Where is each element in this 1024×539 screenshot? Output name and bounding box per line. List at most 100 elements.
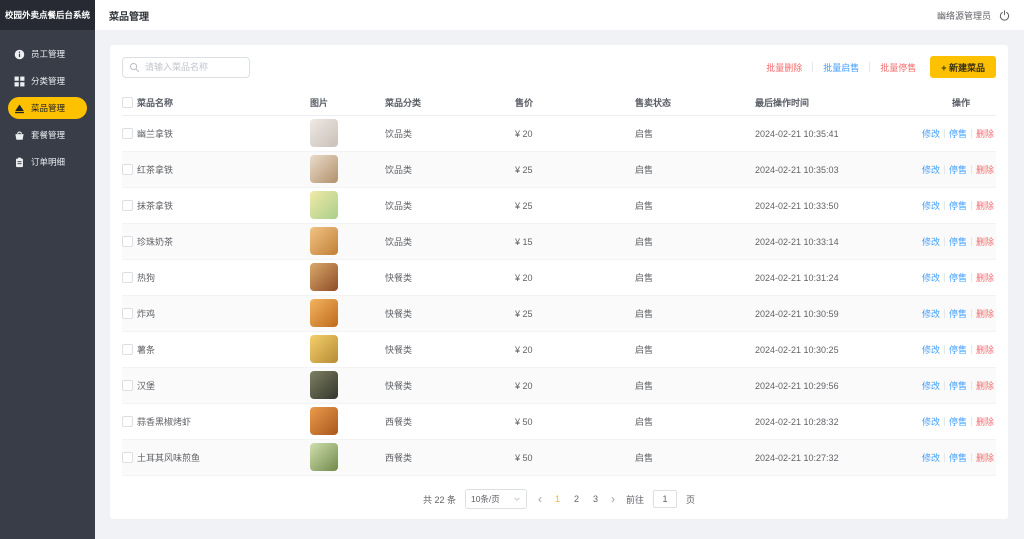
page-number-1[interactable]: 1 xyxy=(555,494,560,504)
delete-link[interactable]: 删除 xyxy=(976,199,994,212)
goto-page-input[interactable] xyxy=(653,490,677,508)
app-title: 校园外卖点餐后台系统 xyxy=(0,0,95,30)
dish-image[interactable] xyxy=(310,407,338,435)
divider xyxy=(971,201,972,210)
divider xyxy=(971,165,972,174)
stop-sale-link[interactable]: 停售 xyxy=(949,127,967,140)
search-icon xyxy=(129,62,140,73)
dish-image[interactable] xyxy=(310,155,338,183)
edit-link[interactable]: 修改 xyxy=(922,163,940,176)
sidebar-item-4[interactable]: 套餐管理 xyxy=(8,124,87,146)
edit-link[interactable]: 修改 xyxy=(922,127,940,140)
row-checkbox[interactable] xyxy=(122,416,133,427)
dish-image[interactable] xyxy=(310,299,338,327)
edit-link[interactable]: 修改 xyxy=(922,235,940,248)
dish-name: 抹茶拿铁 xyxy=(136,199,306,212)
dish-status: 启售 xyxy=(635,379,755,392)
row-checkbox[interactable] xyxy=(122,200,133,211)
batch-disable-button[interactable]: 批量停售 xyxy=(880,61,916,74)
batch-delete-button[interactable]: 批量删除 xyxy=(766,61,802,74)
grid-icon xyxy=(14,76,25,87)
stop-sale-link[interactable]: 停售 xyxy=(949,343,967,356)
dish-price: ¥ 20 xyxy=(515,345,635,355)
dish-category: 饮品类 xyxy=(385,163,515,176)
row-checkbox[interactable] xyxy=(122,308,133,319)
edit-link[interactable]: 修改 xyxy=(922,199,940,212)
row-checkbox[interactable] xyxy=(122,452,133,463)
dish-image[interactable] xyxy=(310,263,338,291)
stop-sale-link[interactable]: 停售 xyxy=(949,415,967,428)
divider xyxy=(944,417,945,426)
stop-sale-link[interactable]: 停售 xyxy=(949,307,967,320)
delete-link[interactable]: 删除 xyxy=(976,307,994,320)
dish-time: 2024-02-21 10:29:56 xyxy=(755,381,890,391)
stop-sale-link[interactable]: 停售 xyxy=(949,163,967,176)
delete-link[interactable]: 删除 xyxy=(976,235,994,248)
dish-name: 红茶拿铁 xyxy=(136,163,306,176)
dish-image[interactable] xyxy=(310,371,338,399)
sidebar-item-5[interactable]: 订单明细 xyxy=(8,151,87,173)
row-checkbox[interactable] xyxy=(122,380,133,391)
dish-image[interactable] xyxy=(310,191,338,219)
sidebar-item-2[interactable]: 分类管理 xyxy=(8,70,87,92)
delete-link[interactable]: 删除 xyxy=(976,415,994,428)
dish-price: ¥ 25 xyxy=(515,309,635,319)
dish-image[interactable] xyxy=(310,443,338,471)
row-checkbox[interactable] xyxy=(122,236,133,247)
dish-name: 热狗 xyxy=(136,271,306,284)
delete-link[interactable]: 删除 xyxy=(976,379,994,392)
page-number-2[interactable]: 2 xyxy=(574,494,579,504)
row-checkbox[interactable] xyxy=(122,128,133,139)
edit-link[interactable]: 修改 xyxy=(922,379,940,392)
next-page-button[interactable]: › xyxy=(609,493,617,505)
batch-enable-button[interactable]: 批量启售 xyxy=(823,61,859,74)
table-row: 珍珠奶茶饮品类¥ 15启售2024-02-21 10:33:14修改停售删除 xyxy=(122,224,996,260)
divider xyxy=(944,345,945,354)
table-row: 汉堡快餐类¥ 20启售2024-02-21 10:29:56修改停售删除 xyxy=(122,368,996,404)
table-row: 热狗快餐类¥ 20启售2024-02-21 10:31:24修改停售删除 xyxy=(122,260,996,296)
topbar: 菜品管理 幽络源管理员 xyxy=(95,0,1024,30)
clipboard-icon xyxy=(14,157,25,168)
dish-name: 珍珠奶茶 xyxy=(136,235,306,248)
sidebar-item-3[interactable]: 菜品管理 xyxy=(8,97,87,119)
delete-link[interactable]: 删除 xyxy=(976,127,994,140)
delete-link[interactable]: 删除 xyxy=(976,163,994,176)
delete-link[interactable]: 删除 xyxy=(976,451,994,464)
goto-label: 前往 xyxy=(626,493,644,506)
edit-link[interactable]: 修改 xyxy=(922,451,940,464)
table-row: 炸鸡快餐类¥ 25启售2024-02-21 10:30:59修改停售删除 xyxy=(122,296,996,332)
page-size-select[interactable]: 10条/页 xyxy=(465,489,527,509)
power-icon[interactable] xyxy=(999,10,1010,21)
select-all-checkbox[interactable] xyxy=(122,97,133,108)
prev-page-button[interactable]: ‹ xyxy=(536,493,544,505)
create-dish-button[interactable]: + 新建菜品 xyxy=(930,56,996,78)
col-price: 售价 xyxy=(515,96,635,109)
divider xyxy=(971,309,972,318)
user-name[interactable]: 幽络源管理员 xyxy=(937,9,991,22)
row-checkbox[interactable] xyxy=(122,272,133,283)
dish-image[interactable] xyxy=(310,227,338,255)
row-checkbox[interactable] xyxy=(122,164,133,175)
dish-image[interactable] xyxy=(310,119,338,147)
dish-image[interactable] xyxy=(310,335,338,363)
stop-sale-link[interactable]: 停售 xyxy=(949,271,967,284)
delete-link[interactable]: 删除 xyxy=(976,271,994,284)
dish-status: 启售 xyxy=(635,343,755,356)
stop-sale-link[interactable]: 停售 xyxy=(949,235,967,248)
row-checkbox[interactable] xyxy=(122,344,133,355)
dish-time: 2024-02-21 10:35:03 xyxy=(755,165,890,175)
col-time: 最后操作时间 xyxy=(755,96,890,109)
app-root: 校园外卖点餐后台系统 员工管理分类管理菜品管理套餐管理订单明细 菜品管理 幽络源… xyxy=(0,0,1024,539)
edit-link[interactable]: 修改 xyxy=(922,343,940,356)
edit-link[interactable]: 修改 xyxy=(922,415,940,428)
col-status: 售卖状态 xyxy=(635,96,755,109)
sidebar-item-1[interactable]: 员工管理 xyxy=(8,43,87,65)
edit-link[interactable]: 修改 xyxy=(922,271,940,284)
page-number-3[interactable]: 3 xyxy=(593,494,598,504)
edit-link[interactable]: 修改 xyxy=(922,307,940,320)
stop-sale-link[interactable]: 停售 xyxy=(949,199,967,212)
search-input[interactable] xyxy=(122,57,250,78)
delete-link[interactable]: 删除 xyxy=(976,343,994,356)
stop-sale-link[interactable]: 停售 xyxy=(949,379,967,392)
stop-sale-link[interactable]: 停售 xyxy=(949,451,967,464)
